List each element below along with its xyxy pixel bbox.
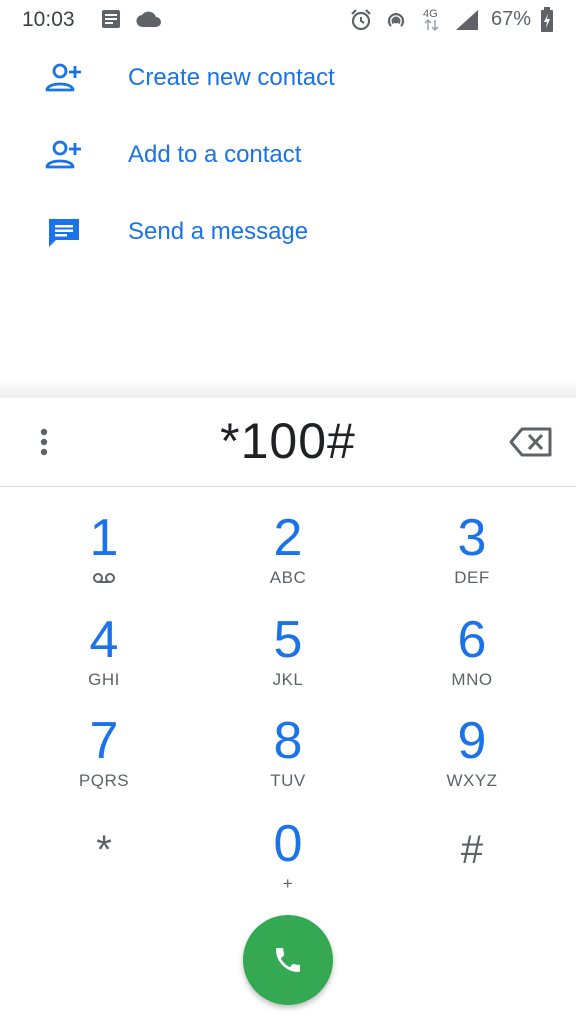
key-digit: 5 [273, 611, 303, 669]
network-type-label: 4G [423, 8, 438, 20]
key-8[interactable]: 8 TUV [218, 711, 358, 807]
key-digit: 2 [273, 509, 303, 567]
key-digit: 6 [457, 611, 487, 669]
message-icon [46, 216, 84, 248]
key-star[interactable]: * [34, 820, 174, 916]
alarm-icon [349, 8, 373, 37]
battery-percent: 67% [491, 8, 532, 30]
voicemail-icon [93, 573, 115, 583]
key-9[interactable]: 9 WXYZ [402, 711, 542, 807]
key-digit: * [96, 828, 112, 872]
status-time: 10:03 [22, 8, 75, 31]
network-4g-icon: 4G [420, 6, 444, 37]
key-0[interactable]: 0 + [218, 814, 358, 910]
key-6[interactable]: 6 MNO [402, 610, 542, 706]
key-digit: 1 [89, 509, 119, 567]
send-message-label: Send a message [128, 218, 309, 245]
status-bar: 10:03 4G 67% [0, 0, 576, 40]
key-letters: WXYZ [446, 771, 498, 790]
dialer-screen: 10:03 4G 67% Create new contact Add to a… [0, 0, 576, 1024]
cloud-icon [136, 10, 162, 33]
dialpad-shadow [0, 380, 576, 400]
key-letters: DEF [454, 568, 490, 587]
key-3[interactable]: 3 DEF [402, 508, 542, 604]
key-5[interactable]: 5 JKL [218, 610, 358, 706]
create-new-contact-row[interactable]: Create new contact [0, 43, 576, 113]
backspace-button[interactable] [508, 425, 556, 459]
digits-bar: *100# [0, 398, 576, 487]
key-letters: + [282, 874, 294, 893]
key-digit: 0 [273, 815, 303, 873]
dialed-digits[interactable]: *100# [88, 412, 488, 470]
key-digit: 7 [89, 712, 119, 770]
key-2[interactable]: 2 ABC [218, 508, 358, 604]
key-digit: 4 [89, 611, 119, 669]
key-digit: 3 [457, 509, 487, 567]
key-letters: TUV [270, 771, 306, 790]
add-person-icon [44, 139, 82, 171]
key-letters: ABC [269, 568, 307, 587]
key-letters: JKL [272, 670, 304, 689]
add-to-contact-row[interactable]: Add to a contact [0, 120, 576, 190]
battery-charging-icon [540, 7, 554, 38]
key-letters: PQRS [78, 771, 130, 790]
key-letters: GHI [88, 670, 120, 689]
more-vert-icon [40, 428, 48, 456]
key-7[interactable]: 7 PQRS [34, 711, 174, 807]
key-4[interactable]: 4 GHI [34, 610, 174, 706]
create-new-contact-label: Create new contact [128, 64, 335, 91]
hotspot-icon [384, 8, 408, 37]
key-digit: 8 [273, 712, 303, 770]
call-button[interactable] [243, 915, 333, 1005]
add-person-icon [44, 62, 82, 94]
phone-icon [276, 948, 300, 972]
dialpad: *100# 1 2 ABC 3 DEF 4 GHI 5 JKL 6 MNO 7 … [0, 398, 576, 1024]
notes-icon [100, 8, 122, 35]
signal-icon [454, 8, 480, 37]
key-digit: # [460, 828, 484, 872]
key-1[interactable]: 1 [34, 508, 174, 604]
overflow-menu-button[interactable] [24, 422, 64, 462]
backspace-icon [509, 427, 552, 457]
key-letters: MNO [451, 670, 493, 689]
key-pound[interactable]: # [402, 820, 542, 916]
add-to-contact-label: Add to a contact [128, 141, 302, 168]
key-digit: 9 [457, 712, 487, 770]
send-message-row[interactable]: Send a message [0, 197, 576, 267]
